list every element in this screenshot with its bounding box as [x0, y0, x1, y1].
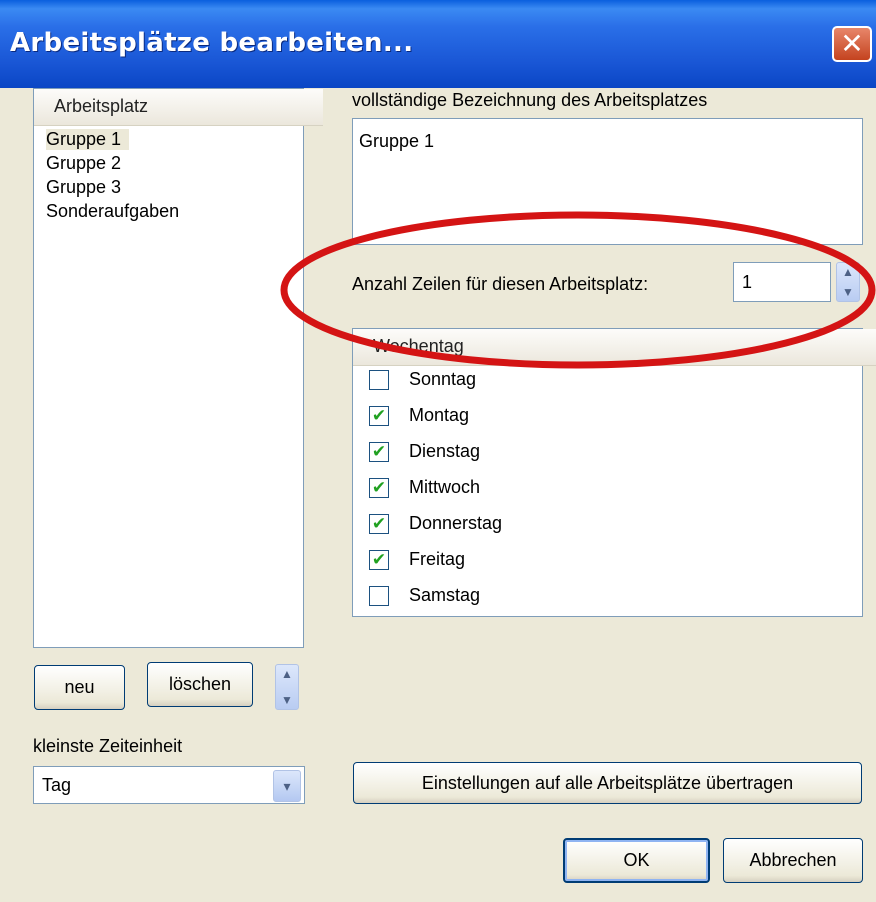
ok-button-label: OK: [623, 850, 650, 870]
cancel-button[interactable]: Abbrechen: [723, 838, 863, 883]
full-name-value: Gruppe 1: [359, 131, 435, 151]
close-button[interactable]: ✕: [832, 26, 872, 62]
new-button[interactable]: neu: [34, 665, 125, 710]
apply-all-button-label: Einstellungen auf alle Arbeitsplätze übe…: [421, 772, 794, 793]
close-icon: ✕: [840, 27, 864, 60]
rows-spinner[interactable]: ▲ ▼: [836, 262, 860, 302]
checkbox-sonntag[interactable]: [369, 370, 389, 390]
rows-down-icon[interactable]: ▼: [842, 286, 854, 298]
weekday-list[interactable]: Wochentag Sonntag ✔ Montag ✔ Dienstag ✔ …: [352, 328, 876, 617]
delete-button-label: löschen: [168, 674, 232, 694]
ok-button[interactable]: OK: [563, 838, 710, 883]
day-label-freitag: Freitag: [409, 549, 466, 569]
weekday-list-header[interactable]: Wochentag: [353, 329, 876, 366]
window-title: Arbeitsplätze bearbeiten...: [10, 28, 414, 58]
delete-button[interactable]: löschen: [147, 662, 253, 707]
move-down-icon[interactable]: ▼: [281, 694, 293, 706]
rows-label: Anzahl Zeilen für diesen Arbeitsplatz:: [352, 274, 649, 294]
workplace-list[interactable]: Arbeitsplatz Gruppe 1 Gruppe 2 Gruppe 3 …: [33, 88, 323, 648]
checkbox-freitag[interactable]: ✔: [369, 550, 389, 570]
day-label-donnerstag: Donnerstag: [409, 513, 503, 533]
check-icon: ✔: [371, 549, 387, 570]
weekday-list-header-label: Wochentag: [373, 336, 464, 356]
time-unit-dropdown-button[interactable]: ▾: [273, 770, 301, 802]
check-icon: ✔: [371, 513, 387, 534]
checkbox-mittwoch[interactable]: ✔: [369, 478, 389, 498]
workplace-list-header[interactable]: Arbeitsplatz: [34, 89, 323, 126]
chevron-down-icon: ▾: [283, 777, 291, 794]
day-label-mittwoch: Mittwoch: [409, 477, 481, 497]
list-item-gruppe-3[interactable]: Gruppe 3: [46, 177, 121, 198]
reorder-spinner[interactable]: ▲ ▼: [275, 664, 299, 710]
checkbox-montag[interactable]: ✔: [369, 406, 389, 426]
day-label-montag: Montag: [409, 405, 470, 425]
rows-up-icon[interactable]: ▲: [842, 266, 854, 278]
rows-value: 1: [742, 272, 753, 292]
check-icon: ✔: [371, 405, 387, 426]
checkbox-donnerstag[interactable]: ✔: [369, 514, 389, 534]
rows-input[interactable]: 1: [733, 262, 831, 302]
list-item-sonderaufgaben[interactable]: Sonderaufgaben: [46, 201, 179, 222]
checkbox-samstag[interactable]: [369, 586, 389, 606]
apply-all-button[interactable]: Einstellungen auf alle Arbeitsplätze übe…: [353, 762, 862, 804]
list-item-gruppe-1[interactable]: Gruppe 1: [46, 129, 130, 150]
time-unit-select[interactable]: Tag ▾: [33, 766, 305, 804]
time-unit-value: Tag: [42, 775, 72, 795]
day-label-sonntag: Sonntag: [409, 369, 477, 389]
list-item-gruppe-2[interactable]: Gruppe 2: [46, 153, 121, 174]
workplace-list-header-label: Arbeitsplatz: [54, 96, 149, 116]
day-label-dienstag: Dienstag: [409, 441, 481, 461]
time-unit-label: kleinste Zeiteinheit: [33, 736, 183, 756]
full-name-textarea[interactable]: Gruppe 1: [352, 118, 863, 245]
check-icon: ✔: [371, 477, 387, 498]
check-icon: ✔: [371, 441, 387, 462]
cancel-button-label: Abbrechen: [749, 850, 837, 870]
new-button-label: neu: [64, 677, 95, 697]
day-label-samstag: Samstag: [409, 585, 481, 605]
move-up-icon[interactable]: ▲: [281, 668, 293, 680]
checkbox-dienstag[interactable]: ✔: [369, 442, 389, 462]
full-name-label: vollständige Bezeichnung des Arbeitsplat…: [352, 90, 708, 110]
